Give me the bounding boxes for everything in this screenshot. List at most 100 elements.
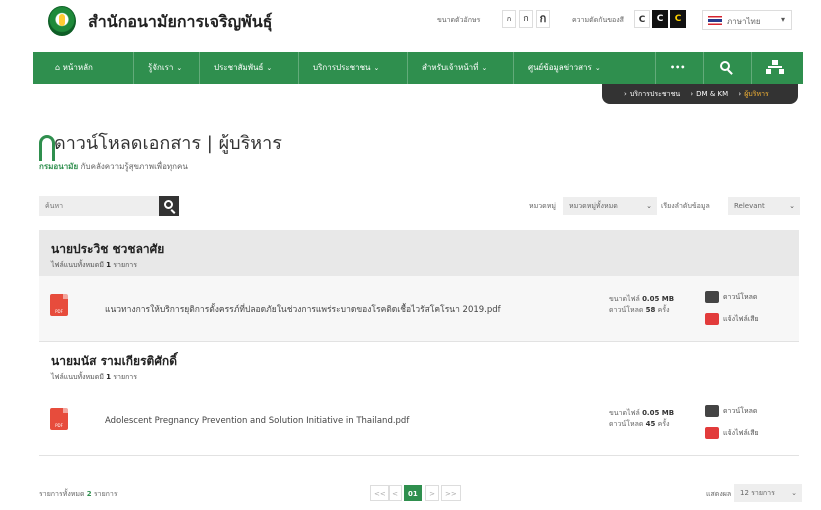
nav-divider [655,52,656,84]
nav-public-services-label: บริการประชาชน [313,63,371,72]
breadcrumb-item[interactable]: บริการประชาชน [630,90,680,98]
group-header: นายมนัส รามเกียรติศักดิ์ ไฟล์แนบทั้งหมดม… [39,342,799,388]
chevron-down-icon: ⌄ [791,489,797,497]
report-broken-file-button[interactable]: แจ้งไฟล์เสีย [705,313,759,325]
nav-public-services[interactable]: บริการประชาชน ⌄ [313,52,379,84]
chevron-down-icon: ⌄ [176,64,183,72]
contrast-dark-button[interactable]: C [652,10,668,28]
nav-staff-label: สำหรับเจ้าหน้าที่ [422,63,479,72]
search-button[interactable] [159,196,179,216]
download-button[interactable]: ดาวน์โหลด [705,405,757,417]
language-label: ภาษาไทย [727,17,761,26]
font-size-small-button[interactable]: ก [502,10,516,28]
download-count-unit: ครั้ง [657,420,670,428]
nav-home-label: หน้าหลัก [62,63,93,72]
download-count-label: ดาวน์โหลด [609,306,644,314]
nav-divider [298,52,299,84]
chevron-down-icon: ⌄ [646,202,652,210]
chevron-down-icon: ⌄ [481,64,488,72]
chevron-down-icon: ⌄ [789,202,795,210]
sort-select[interactable]: Relevant ⌄ [728,197,800,215]
report-button-label: แจ้งไฟล์เสีย [723,315,759,323]
nav-sitemap-button[interactable] [765,52,785,84]
breadcrumb: › บริการประชาชน › DM & KM › ผู้บริหาร [602,84,798,104]
download-button[interactable]: ดาวน์โหลด [705,291,757,303]
main-navigation: ⌂ หน้าหลัก รู้จักเรา ⌄ ประชาสัมพันธ์ ⌄ บริ… [33,52,803,84]
sitemap-icon-node [766,69,771,74]
pagination-current[interactable]: 01 [404,485,422,501]
language-select[interactable]: ภาษาไทย ▾ [702,10,792,30]
per-page-value: 12 รายการ [740,489,775,497]
search-icon-handle [727,69,733,75]
chevron-right-icon: › [738,90,742,98]
group-name: นายมนัส รามเกียรติศักดิ์ [51,354,177,368]
nav-info-center[interactable]: ศูนย์ข้อมูลข่าวสาร ⌄ [528,52,601,84]
sitemap-icon [772,60,778,65]
file-size-value: 0.05 MB [642,409,675,417]
chevron-down-icon: ⌄ [594,64,601,72]
warning-icon [705,313,719,325]
nav-divider [199,52,200,84]
category-label: หมวดหมู่ [529,202,556,210]
download-count-label: ดาวน์โหลด [609,420,644,428]
pagination-last[interactable]: >> [441,485,461,501]
search-input[interactable] [39,196,159,216]
breadcrumb-current: ผู้บริหาร [744,90,769,98]
report-button-label: แจ้งไฟล์เสีย [723,429,759,437]
download-button-label: ดาวน์โหลด [723,407,758,415]
chevron-down-icon: ⌄ [266,64,273,72]
nav-home[interactable]: ⌂ หน้าหลัก [55,52,93,84]
nav-divider [407,52,408,84]
contrast-normal-button[interactable]: C [634,10,650,28]
nav-info-center-label: ศูนย์ข้อมูลข่าวสาร [528,63,592,72]
group-count-value: 1 [106,373,112,381]
breadcrumb-item[interactable]: DM & KM [696,90,728,98]
group-header: นายประวิช ชวชลาศัย ไฟล์แนบทั้งหมดมี 1 รา… [39,230,799,276]
per-page-label: แสดงผล [706,490,732,498]
nav-divider [513,52,514,84]
sitemap-icon-node [779,69,784,74]
department-logo[interactable] [48,6,76,36]
report-broken-file-button[interactable]: แจ้งไฟล์เสีย [705,427,759,439]
category-select[interactable]: หมวดหมู่ทั้งหมด ⌄ [563,197,657,215]
site-header: สำนักอนามัยการเจริญพันธุ์ ขนาดตัวอักษร ก… [0,0,821,42]
pagination-next[interactable]: > [425,485,439,501]
file-name-link[interactable]: Adolescent Pregnancy Prevention and Solu… [105,416,409,426]
search-icon [164,200,173,209]
total-unit: รายการ [93,490,118,498]
pagination-first[interactable]: << [370,485,390,501]
file-name-link[interactable]: แนวทางการให้บริการยุติการตั้งครรภ์ที่ปลอ… [105,302,501,316]
nav-divider [133,52,134,84]
file-size-label: ขนาดไฟล์ [609,295,640,303]
title-decoration [39,135,55,161]
file-meta: ขนาดไฟล์ 0.05 MB ดาวน์โหลด 45 ครั้ง [609,408,674,430]
group-count-label: ไฟล์แนบทั้งหมดมี [51,373,104,381]
contrast-label: ความตัดกันของสี [572,16,624,24]
download-icon [705,291,719,303]
nav-staff[interactable]: สำหรับเจ้าหน้าที่ ⌄ [422,52,487,84]
nav-about[interactable]: รู้จักเรา ⌄ [148,52,182,84]
nav-public-relations[interactable]: ประชาสัมพันธ์ ⌄ [214,52,272,84]
font-size-large-button[interactable]: ก [536,10,550,28]
total-value: 2 [86,490,92,498]
contrast-yellow-button[interactable]: C [670,10,686,28]
pagination-prev[interactable]: < [388,485,402,501]
font-size-medium-button[interactable]: ก [519,10,533,28]
font-size-label: ขนาดตัวอักษร [437,16,481,24]
file-meta: ขนาดไฟล์ 0.05 MB ดาวน์โหลด 58 ครั้ง [609,294,674,316]
per-page-select[interactable]: 12 รายการ ⌄ [734,484,802,502]
group-count-unit: รายการ [113,373,138,381]
chevron-down-icon: ⌄ [373,64,380,72]
pdf-file-icon: PDF [50,294,68,316]
nav-more-button[interactable]: ••• [670,52,685,84]
subtitle-org: กรมอนามัย [39,162,79,171]
category-select-value: หมวดหมู่ทั้งหมด [569,202,618,210]
download-count-value: 45 [645,420,656,428]
file-size-value: 0.05 MB [642,295,675,303]
group-count-value: 1 [106,261,112,269]
group-file-count: ไฟล์แนบทั้งหมดมี 1 รายการ [51,372,137,383]
site-title[interactable]: สำนักอนามัยการเจริญพันธุ์ [88,10,272,35]
nav-search-button[interactable] [715,52,737,84]
group-count-label: ไฟล์แนบทั้งหมดมี [51,261,104,269]
download-button-label: ดาวน์โหลด [723,293,758,301]
